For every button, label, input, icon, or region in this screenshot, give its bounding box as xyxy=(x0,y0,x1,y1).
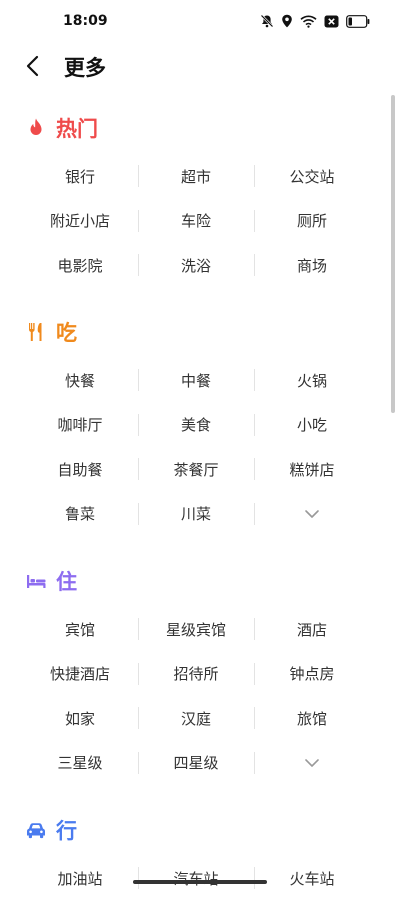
category-item[interactable]: 鲁菜 xyxy=(22,503,138,524)
section-title: 热门 xyxy=(56,117,98,141)
status-time: 18:09 xyxy=(63,13,108,29)
category-item[interactable]: 酒店 xyxy=(254,618,370,641)
bell-off-icon xyxy=(260,14,274,28)
category-item[interactable]: 厕所 xyxy=(254,209,370,232)
category-grid: 加油站 汽车站 火车站 xyxy=(0,856,400,901)
fire-icon xyxy=(30,118,42,135)
category-item[interactable]: 火锅 xyxy=(254,369,370,392)
category-item[interactable]: 快捷酒店 xyxy=(22,663,138,684)
grid-row: 快餐 中餐 火锅 xyxy=(0,358,400,403)
expand-button[interactable] xyxy=(254,751,370,774)
category-item[interactable]: 咖啡厅 xyxy=(22,414,138,435)
category-item[interactable]: 四星级 xyxy=(138,751,254,774)
section-travel: 行 加油站 汽车站 火车站 xyxy=(0,811,400,901)
section-header: 吃 xyxy=(0,313,400,353)
grid-row: 如家 汉庭 旅馆 xyxy=(0,696,400,741)
status-icons xyxy=(260,14,370,28)
section-title: 行 xyxy=(56,819,77,843)
category-item[interactable]: 火车站 xyxy=(254,867,370,890)
category-item[interactable]: 汉庭 xyxy=(138,707,254,730)
category-item[interactable]: 宾馆 xyxy=(22,619,138,640)
grid-row: 银行 超市 公交站 xyxy=(0,154,400,199)
sim-x-icon xyxy=(324,15,339,27)
bed-icon xyxy=(27,575,46,588)
category-item[interactable]: 车险 xyxy=(138,209,254,232)
chevron-down-icon xyxy=(305,510,319,519)
category-item[interactable]: 川菜 xyxy=(138,502,254,525)
section-header: 热门 xyxy=(0,109,400,149)
category-item[interactable]: 星级宾馆 xyxy=(138,618,254,641)
status-bar: 18:09 xyxy=(0,0,400,44)
wifi-icon xyxy=(300,15,317,28)
header: 更多 xyxy=(0,44,400,90)
category-item[interactable]: 加油站 xyxy=(22,868,138,889)
category-grid: 快餐 中餐 火锅 咖啡厅 美食 小吃 自助餐 茶餐厅 糕饼店 鲁菜 川菜 xyxy=(0,358,400,536)
chevron-left-icon xyxy=(26,55,39,77)
category-item[interactable]: 糕饼店 xyxy=(254,458,370,481)
section-title: 吃 xyxy=(56,321,77,345)
category-item[interactable]: 旅馆 xyxy=(254,707,370,730)
grid-row: 附近小店 车险 厕所 xyxy=(0,199,400,244)
home-indicator[interactable] xyxy=(133,880,267,884)
grid-row: 电影院 洗浴 商场 xyxy=(0,243,400,288)
category-item[interactable]: 银行 xyxy=(22,166,138,187)
category-item[interactable]: 汽车站 xyxy=(138,867,254,890)
battery-icon xyxy=(346,14,370,28)
category-item[interactable]: 电影院 xyxy=(22,255,138,276)
page-title: 更多 xyxy=(64,56,106,80)
category-item[interactable]: 自助餐 xyxy=(22,459,138,480)
section-stay: 住 宾馆 星级宾馆 酒店 快捷酒店 招待所 钟点房 如家 汉庭 旅馆 三星级 四… xyxy=(0,562,400,785)
grid-row: 快捷酒店 招待所 钟点房 xyxy=(0,652,400,697)
section-eat: 吃 快餐 中餐 火锅 咖啡厅 美食 小吃 自助餐 茶餐厅 糕饼店 鲁菜 川菜 xyxy=(0,313,400,536)
category-grid: 宾馆 星级宾馆 酒店 快捷酒店 招待所 钟点房 如家 汉庭 旅馆 三星级 四星级 xyxy=(0,607,400,785)
car-icon xyxy=(27,823,45,839)
section-title: 住 xyxy=(56,570,77,594)
fork-knife-icon xyxy=(29,323,42,341)
grid-row: 鲁菜 川菜 xyxy=(0,492,400,537)
category-item[interactable]: 茶餐厅 xyxy=(138,458,254,481)
expand-button[interactable] xyxy=(254,502,370,525)
category-item[interactable]: 洗浴 xyxy=(138,254,254,277)
category-item[interactable]: 招待所 xyxy=(138,662,254,685)
category-item[interactable]: 超市 xyxy=(138,165,254,188)
category-item[interactable]: 公交站 xyxy=(254,165,370,188)
category-item[interactable]: 如家 xyxy=(22,708,138,729)
category-item[interactable]: 快餐 xyxy=(22,370,138,391)
category-item[interactable]: 三星级 xyxy=(22,752,138,773)
category-item[interactable]: 小吃 xyxy=(254,413,370,436)
section-header: 住 xyxy=(0,562,400,602)
category-item[interactable]: 中餐 xyxy=(138,369,254,392)
grid-row: 宾馆 星级宾馆 酒店 xyxy=(0,607,400,652)
grid-row: 加油站 汽车站 火车站 xyxy=(0,856,400,901)
category-item[interactable]: 美食 xyxy=(138,413,254,436)
grid-row: 自助餐 茶餐厅 糕饼店 xyxy=(0,447,400,492)
category-item[interactable]: 附近小店 xyxy=(22,210,138,231)
location-icon xyxy=(282,14,292,28)
back-button[interactable] xyxy=(20,52,48,80)
grid-row: 咖啡厅 美食 小吃 xyxy=(0,403,400,448)
category-grid: 银行 超市 公交站 附近小店 车险 厕所 电影院 洗浴 商场 xyxy=(0,154,400,288)
category-item[interactable]: 商场 xyxy=(254,254,370,277)
section-header: 行 xyxy=(0,811,400,851)
grid-row: 三星级 四星级 xyxy=(0,741,400,786)
chevron-down-icon xyxy=(305,759,319,768)
category-item[interactable]: 钟点房 xyxy=(254,662,370,685)
section-hot: 热门 银行 超市 公交站 附近小店 车险 厕所 电影院 洗浴 商场 xyxy=(0,109,400,288)
